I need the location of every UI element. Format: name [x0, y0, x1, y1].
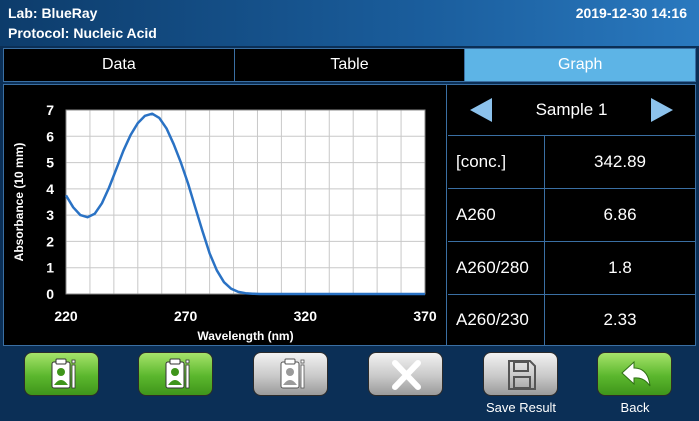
save-result-button[interactable]	[483, 352, 558, 396]
result-row-a260: A260 6.86	[448, 189, 695, 242]
absorbance-chart: 0 1 2 3 4 5 6 7 220 270 320 370 Wavelength (nm) Absor…	[12, 102, 437, 343]
back-arrow-icon	[621, 360, 651, 387]
clipboard-person-icon	[51, 358, 76, 389]
protocol-name: Protocol: Nucleic Acid	[8, 25, 157, 41]
delete-button[interactable]	[368, 352, 443, 396]
plot-background	[66, 110, 425, 294]
result-row-a260-280: A260/280 1.8	[448, 242, 695, 295]
green-clipboard-button-1[interactable]	[24, 352, 99, 396]
y-tick-label: 7	[46, 102, 54, 118]
x-tick-label: 270	[174, 308, 198, 324]
back-caption: Back	[620, 400, 650, 415]
next-sample-icon[interactable]	[649, 97, 675, 123]
x-tick-label: 320	[294, 308, 318, 324]
result-value: 6.86	[603, 205, 637, 224]
y-tick-label: 4	[46, 181, 54, 197]
clipboard-person-icon	[165, 358, 190, 389]
y-tick-label: 6	[46, 128, 54, 144]
y-tick-label: 5	[46, 155, 54, 171]
clipboard-person-icon	[280, 358, 305, 389]
green-clipboard-button-2[interactable]	[138, 352, 213, 396]
save-result-caption: Save Result	[485, 400, 557, 415]
x-axis-label: Wavelength (nm)	[197, 329, 293, 343]
sample-label: Sample 1	[535, 100, 608, 119]
result-label: A260/230	[448, 295, 545, 345]
main-panel: 0 1 2 3 4 5 6 7 220 270 320 370 Wavelength (nm) Absor…	[3, 84, 696, 346]
graph-area: 0 1 2 3 4 5 6 7 220 270 320 370 Wavelength (nm) Absor…	[4, 85, 447, 345]
results-panel: Sample 1 [conc.] 342.89 A260 6.86 A260/2…	[448, 85, 695, 345]
floppy-disk-icon	[508, 360, 536, 390]
y-tick-label: 1	[46, 260, 54, 276]
y-tick-label: 2	[46, 233, 54, 249]
header-bar: Lab: BlueRay Protocol: Nucleic Acid 2019…	[0, 0, 699, 46]
y-axis-label: Absorbance (10 mm)	[12, 143, 26, 262]
result-label: A260	[448, 189, 545, 241]
result-row-conc: [conc.] 342.89	[448, 136, 695, 189]
tab-bar: Data Table Graph	[3, 48, 696, 82]
y-tick-label: 0	[46, 286, 54, 302]
tab-table[interactable]: Table	[235, 49, 466, 81]
x-tick-label: 370	[413, 308, 437, 324]
bottom-toolbar: Save Result Back	[0, 348, 699, 421]
datetime: 2019-12-30 14:16	[575, 5, 687, 21]
close-icon	[392, 360, 421, 390]
previous-sample-icon[interactable]	[468, 97, 494, 123]
result-value: 1.8	[608, 258, 632, 277]
y-tick-label: 3	[46, 207, 54, 223]
sample-navigator: Sample 1	[448, 85, 695, 136]
result-value: 2.33	[603, 310, 637, 329]
result-value: 342.89	[594, 152, 646, 171]
back-button[interactable]	[597, 352, 672, 396]
result-label: [conc.]	[448, 136, 545, 188]
tab-graph[interactable]: Graph	[465, 49, 696, 81]
result-label: A260/280	[448, 242, 545, 294]
lab-name: Lab: BlueRay	[8, 5, 98, 21]
gray-clipboard-button[interactable]	[253, 352, 328, 396]
result-row-a260-230: A260/230 2.33	[448, 295, 695, 345]
x-tick-label: 220	[54, 308, 78, 324]
tab-data[interactable]: Data	[4, 49, 235, 81]
